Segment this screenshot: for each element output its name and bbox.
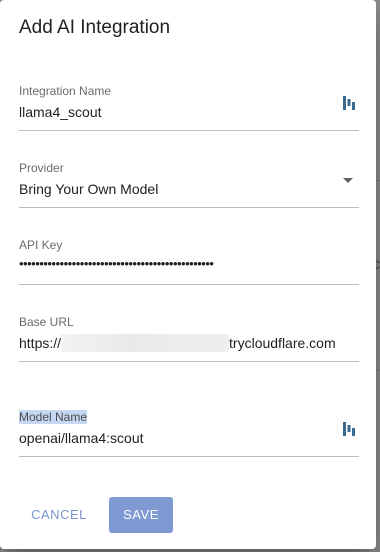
base-url-suffix: trycloudflare.com [229,335,336,351]
base-url-field[interactable]: Base URL https:// trycloudflare.com [19,315,359,362]
save-button[interactable]: SAVE [109,497,173,533]
provider-label: Provider [19,161,64,175]
password-manager-icon[interactable] [343,422,355,436]
integration-name-label: Integration Name [19,84,112,98]
provider-select[interactable]: Provider Bring Your Own Model [19,161,359,208]
dialog-title: Add AI Integration [19,17,171,38]
password-manager-icon[interactable] [343,96,355,110]
add-ai-integration-dialog: Add AI Integration Integration Name llam… [0,0,376,549]
api-key-field[interactable]: API Key ••••••••••••••••••••••••••••••••… [19,238,359,285]
base-url-prefix: https:// [19,335,62,351]
model-name-field[interactable]: Model Name openai/llama4:scout [19,410,359,457]
provider-selected-value[interactable]: Bring Your Own Model [19,180,158,198]
redacted-region [61,334,230,352]
model-name-label: Model Name [19,410,88,424]
base-url-label: Base URL [19,315,74,329]
integration-name-input[interactable]: llama4_scout [19,103,102,121]
api-key-label: API Key [19,238,63,252]
cancel-button[interactable]: CANCEL [27,497,91,533]
base-url-input[interactable]: https:// trycloudflare.com [19,334,336,352]
model-name-input[interactable]: openai/llama4:scout [19,429,144,447]
dropdown-arrow-icon[interactable] [343,178,353,183]
integration-name-field[interactable]: Integration Name llama4_scout [19,84,359,131]
api-key-input[interactable]: ••••••••••••••••••••••••••••••••••••••••… [19,255,214,273]
